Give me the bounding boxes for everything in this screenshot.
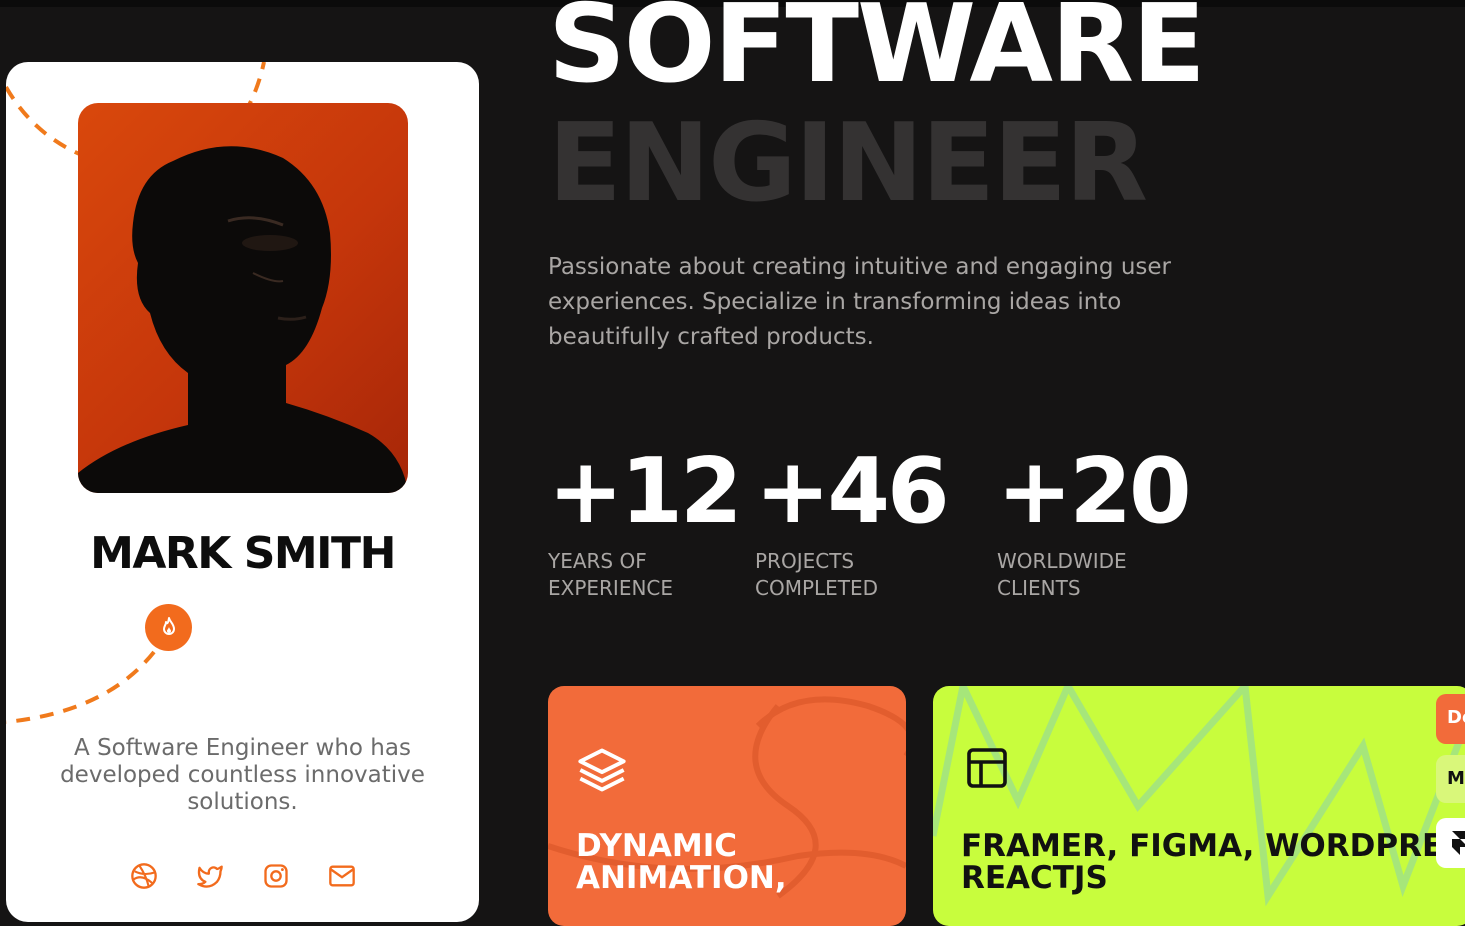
edge-tab-demo[interactable]: De [1436, 694, 1465, 744]
dribbble-icon[interactable] [130, 862, 160, 892]
edge-tab-framer[interactable] [1436, 818, 1465, 868]
stat-label-line: CLIENTS [997, 576, 1081, 600]
stat-label-line: EXPERIENCE [548, 576, 674, 600]
feature-title-line: ANIMATION, [576, 860, 787, 896]
stat-label-line: PROJECTS [755, 549, 855, 573]
twitter-icon[interactable] [196, 862, 226, 892]
stat-label-line: YEARS OF [548, 549, 647, 573]
instagram-icon[interactable] [262, 862, 292, 892]
stat-experience: +12 YEARS OF EXPERIENCE [548, 439, 743, 602]
hero-title-line2: ENGINEER [548, 101, 1148, 226]
fire-icon [162, 616, 175, 635]
stat-label: PROJECTS COMPLETED [755, 548, 947, 602]
social-links [6, 862, 479, 896]
feature-title: DYNAMIC ANIMATION, [576, 830, 787, 894]
stat-projects: +46 PROJECTS COMPLETED [755, 439, 950, 602]
stat-label: WORLDWIDE CLIENTS [997, 548, 1189, 602]
mail-icon[interactable] [328, 862, 358, 892]
stat-clients: +20 WORLDWIDE CLIENTS [997, 439, 1192, 602]
framer-icon [1452, 831, 1465, 855]
layout-icon [963, 744, 1011, 796]
edge-tab-label: M [1447, 768, 1465, 789]
edge-tab-menu[interactable]: M [1436, 755, 1465, 803]
feature-title-line: FRAMER, FIGMA, WORDPRESS, [961, 828, 1465, 864]
profile-portrait [78, 103, 408, 493]
hero-title-line1: SOFTWARE [548, 0, 1206, 107]
hero-intro: Passionate about creating intuitive and … [548, 254, 1171, 350]
portrait-silhouette [78, 146, 408, 493]
fire-badge [145, 604, 192, 651]
feature-title-line: DYNAMIC [576, 828, 737, 864]
edge-tab-label: De [1447, 707, 1465, 728]
layers-icon [576, 744, 628, 800]
feature-title: FRAMER, FIGMA, WORDPRESS, REACTJS [961, 830, 1465, 894]
feature-title-line: REACTJS [961, 860, 1108, 896]
feature-card-animation[interactable]: DYNAMIC ANIMATION, [548, 686, 906, 926]
profile-name: MARK SMITH [90, 528, 396, 579]
stat-value: +46 [755, 439, 950, 544]
feature-card-tools[interactable]: FRAMER, FIGMA, WORDPRESS, REACTJS [933, 686, 1465, 926]
stat-label: YEARS OF EXPERIENCE [548, 548, 740, 602]
stat-label-line: WORLDWIDE [997, 549, 1127, 573]
stat-label-line: COMPLETED [755, 576, 879, 600]
stat-value: +12 [548, 439, 743, 544]
profile-bio: A Software Engineer who has developed co… [60, 735, 425, 815]
profile-card: MARK SMITH A Software Engineer who has d… [6, 62, 479, 922]
stat-value: +20 [997, 439, 1192, 544]
